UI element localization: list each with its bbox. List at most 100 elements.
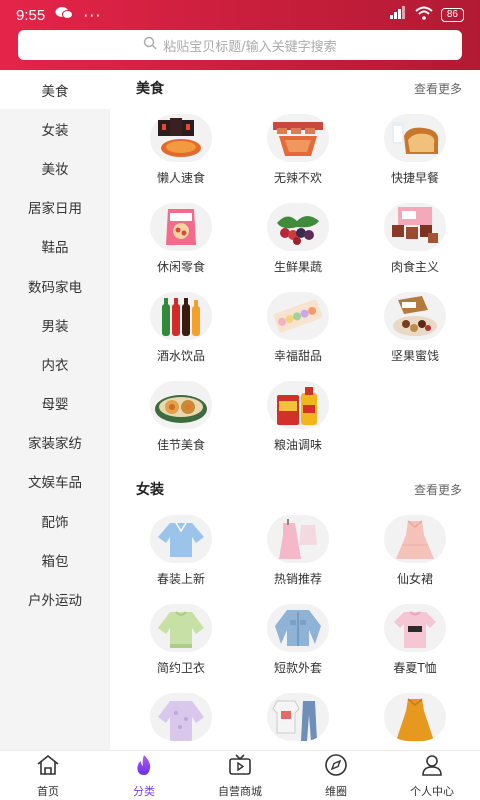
category-label: 坚果蜜饯 — [390, 349, 439, 363]
user-icon — [419, 753, 445, 781]
sidebar-item-outdoor[interactable]: 户外运动 — [0, 579, 110, 618]
sidebar-item-accessories[interactable]: 配饰 — [0, 501, 110, 540]
sweatshirt-icon — [150, 604, 212, 652]
category-label: 生鲜果蔬 — [273, 260, 322, 274]
compass-icon — [323, 753, 349, 781]
search-placeholder: 粘贴宝贝标题/输入关键字搜索 — [163, 39, 337, 55]
category-label: 酒水饮品 — [156, 349, 205, 363]
nuts-icon — [384, 292, 446, 340]
category-label: 粮油调味 — [273, 438, 322, 452]
tab-label: 首页 — [37, 784, 59, 798]
blouse-icon — [150, 515, 212, 563]
category-item[interactable]: 春夏T恤 — [356, 604, 474, 684]
denim-jacket-icon — [267, 604, 329, 652]
sidebar-item-food[interactable]: 美食 — [0, 70, 110, 110]
wechat-icon — [55, 6, 74, 24]
category-item[interactable]: 简约卫衣 — [122, 604, 240, 684]
tab-label: 维圈 — [325, 784, 347, 798]
tab-circle[interactable]: 维圈 — [288, 751, 384, 800]
category-item[interactable]: 热销推荐 — [239, 515, 357, 595]
status-bar: 9:55 ··· 86 — [0, 0, 480, 30]
category-item[interactable]: 仙女裙 — [356, 515, 474, 595]
mooncake-icon — [150, 381, 212, 429]
category-item[interactable]: 肉食主义 — [356, 203, 474, 283]
category-item[interactable] — [122, 693, 240, 750]
tab-profile[interactable]: 个人中心 — [384, 751, 480, 800]
fairy-dress-icon — [384, 515, 446, 563]
category-item[interactable] — [239, 693, 357, 750]
sidebar-item-entertainment-car[interactable]: 文娱车品 — [0, 462, 110, 501]
category-label: 春装上新 — [156, 572, 205, 586]
wifi-icon — [415, 6, 433, 24]
noodles-icon — [150, 114, 212, 162]
orange-dress-icon — [384, 693, 446, 741]
sidebar-item-underwear[interactable]: 内衣 — [0, 344, 110, 383]
sidebar-item-womens[interactable]: 女装 — [0, 109, 110, 148]
tab-label: 自营商城 — [218, 784, 262, 798]
category-label: 热销推荐 — [273, 572, 322, 586]
section-header-womens: 女装 查看更多 — [110, 474, 480, 504]
spicy-meat-icon — [267, 114, 329, 162]
sidebar-item-home-textile[interactable]: 家装家纺 — [0, 423, 110, 462]
category-item[interactable]: 粮油调味 — [239, 381, 357, 461]
signal-icon — [389, 6, 407, 24]
category-item[interactable]: 快捷早餐 — [356, 114, 474, 194]
sidebar-item-shoes[interactable]: 鞋品 — [0, 227, 110, 266]
category-label: 春夏T恤 — [393, 661, 437, 675]
tab-label: 分类 — [133, 784, 155, 798]
oil-rice-icon — [267, 381, 329, 429]
category-item[interactable]: 酒水饮品 — [122, 292, 240, 372]
category-label: 佳节美食 — [156, 438, 205, 452]
sidebar-item-bags[interactable]: 箱包 — [0, 540, 110, 579]
category-item[interactable]: 生鲜果蔬 — [239, 203, 357, 283]
category-sidebar: 美食 女装 美妆 居家日用 鞋品 数码家电 男装 内衣 母婴 家装家纺 文娱车品… — [0, 70, 110, 750]
search-bar[interactable]: 粘贴宝贝标题/输入关键字搜索 — [18, 30, 462, 60]
tab-label: 个人中心 — [410, 784, 454, 798]
home-icon — [35, 753, 61, 781]
category-item[interactable]: 佳节美食 — [122, 381, 240, 461]
category-label: 肉食主义 — [390, 260, 439, 274]
outfit-icon — [267, 693, 329, 741]
lace-top-icon — [150, 693, 212, 741]
sidebar-item-mens[interactable]: 男装 — [0, 305, 110, 344]
category-content: 美食 查看更多 懒人速食 无辣不欢 快捷早餐 休闲零食 生鲜果蔬 肉食主义 酒水… — [110, 70, 480, 750]
tab-store[interactable]: 自营商城 — [192, 751, 288, 800]
category-item[interactable]: 无辣不欢 — [239, 114, 357, 194]
tab-category[interactable]: 分类 — [96, 751, 192, 800]
bottles-icon — [150, 292, 212, 340]
sidebar-item-baby[interactable]: 母婴 — [0, 384, 110, 423]
bottom-tab-bar: 首页 分类 自营商城 维圈 个人中心 — [0, 750, 480, 800]
category-item[interactable]: 春装上新 — [122, 515, 240, 595]
category-label: 快捷早餐 — [390, 171, 439, 185]
tshirt-icon — [384, 604, 446, 652]
category-label: 无辣不欢 — [273, 171, 322, 185]
category-item[interactable]: 坚果蜜饯 — [356, 292, 474, 372]
category-label: 仙女裙 — [396, 572, 433, 586]
status-time: 9:55 — [16, 6, 46, 24]
macaron-icon — [267, 292, 329, 340]
category-item[interactable]: 短款外套 — [239, 604, 357, 684]
category-label: 幸福甜品 — [273, 349, 322, 363]
fruit-icon — [267, 203, 329, 251]
see-more-link[interactable]: 查看更多 — [414, 481, 462, 498]
bread-icon — [384, 114, 446, 162]
flame-icon — [131, 753, 157, 781]
snack-bag-icon — [150, 203, 212, 251]
category-item[interactable]: 懒人速食 — [122, 114, 240, 194]
section-title: 女装 — [136, 482, 164, 498]
category-item[interactable]: 休闲零食 — [122, 203, 240, 283]
category-item[interactable] — [356, 693, 474, 750]
sidebar-item-digital[interactable]: 数码家电 — [0, 266, 110, 305]
section-title: 美食 — [136, 81, 164, 97]
header: 9:55 ··· 86 粘贴宝贝标题/输入关键字搜索 — [0, 0, 480, 70]
sidebar-item-household[interactable]: 居家日用 — [0, 188, 110, 227]
see-more-link[interactable]: 查看更多 — [414, 80, 462, 97]
category-item[interactable]: 幸福甜品 — [239, 292, 357, 372]
sidebar-item-beauty[interactable]: 美妆 — [0, 148, 110, 187]
category-label: 休闲零食 — [156, 260, 205, 274]
tab-home[interactable]: 首页 — [0, 751, 96, 800]
battery-indicator: 86 — [440, 8, 464, 22]
tv-icon — [227, 753, 253, 781]
category-label: 简约卫衣 — [156, 661, 205, 675]
category-label: 懒人速食 — [156, 171, 205, 185]
